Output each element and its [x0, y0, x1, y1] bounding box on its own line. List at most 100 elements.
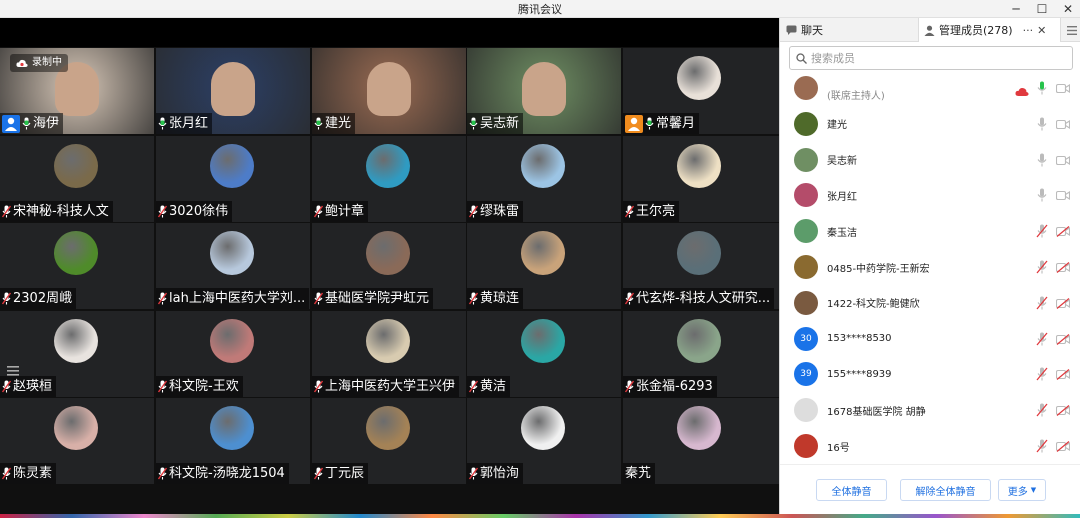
maximize-button[interactable]: ☐: [1030, 0, 1054, 18]
member-row[interactable]: 张月红: [780, 177, 1080, 213]
member-row[interactable]: 建光: [780, 106, 1080, 142]
minimize-button[interactable]: ─: [1004, 0, 1028, 18]
host-badge-icon: [2, 114, 20, 133]
participant-tile[interactable]: 3020徐伟: [156, 136, 310, 222]
participant-avatar: [366, 231, 410, 275]
participant-name: 陈灵素: [13, 466, 53, 481]
people-icon: [924, 25, 935, 36]
participant-tile[interactable]: 建光: [312, 48, 466, 134]
mic-muted-icon: [2, 467, 11, 480]
more-button[interactable]: 更多 ▼: [998, 479, 1046, 501]
participant-name: 鲍计章: [325, 204, 365, 219]
participant-name: 宋神秘-科技人文: [13, 204, 109, 219]
mic-muted-icon[interactable]: [1036, 224, 1048, 238]
participant-tile[interactable]: 鲍计章: [312, 136, 466, 222]
camera-off-icon[interactable]: [1056, 226, 1070, 238]
participant-tile[interactable]: 黄琼连: [467, 223, 621, 309]
mic-icon[interactable]: [1036, 188, 1048, 202]
participant-avatar: [210, 406, 254, 450]
participant-grid: 录制中 海伊 张月红 建光 吴志新 常馨月宋神秘-科技人文 3020徐伟 鲍计章 缪珠雷 王尔亮 2…: [0, 47, 779, 503]
participant-name: 黄洁: [480, 379, 507, 394]
participant-tile[interactable]: 录制中 海伊: [0, 48, 154, 134]
camera-icon[interactable]: [1056, 155, 1070, 166]
participant-tile[interactable]: 科文院-汤晓龙1504: [156, 398, 310, 484]
member-row[interactable]: 吴志新: [780, 142, 1080, 178]
mic-icon[interactable]: [1036, 81, 1048, 95]
participant-tile[interactable]: 基础医学院尹虹元: [312, 223, 466, 309]
participant-avatar: [366, 319, 410, 363]
participant-tile[interactable]: 科文院-王欢: [156, 311, 310, 397]
camera-off-icon[interactable]: [1056, 333, 1070, 345]
unmute-all-button[interactable]: 解除全体静音: [900, 479, 991, 501]
camera-off-icon[interactable]: [1056, 441, 1070, 452]
member-name: 1678基础医学院 胡静: [827, 406, 926, 418]
member-row[interactable]: 1678基础医学院 胡静: [780, 392, 1080, 428]
participant-tile[interactable]: 王尔亮: [623, 136, 779, 222]
participant-tile[interactable]: 陈灵素: [0, 398, 154, 484]
participant-tile[interactable]: 上海中医药大学王兴伊: [312, 311, 466, 397]
participant-name: 代玄烨-科技人文研究...: [636, 291, 771, 306]
recording-indicator: 录制中: [10, 54, 68, 72]
mic-muted-icon[interactable]: [1036, 367, 1048, 381]
camera-off-icon[interactable]: [1056, 262, 1070, 273]
more-dots-icon[interactable]: ···: [1023, 24, 1034, 37]
participant-tile[interactable]: 吴志新: [467, 48, 621, 134]
close-button[interactable]: ✕: [1056, 0, 1080, 18]
participant-tile[interactable]: 张金福-6293: [623, 311, 779, 397]
participant-tile[interactable]: lah上海中医药大学刘...: [156, 223, 310, 309]
mic-icon: [314, 117, 323, 130]
member-row[interactable]: 30 153****8530: [780, 321, 1080, 357]
member-name: 16号: [827, 442, 850, 454]
participant-tile[interactable]: 赵瑛桓: [0, 311, 154, 397]
mic-muted-icon[interactable]: [1036, 296, 1048, 310]
camera-off-icon[interactable]: [1056, 405, 1070, 417]
member-row[interactable]: 1422-科文院-鲍健欣: [780, 285, 1080, 321]
participant-tile[interactable]: 代玄烨-科技人文研究...: [623, 223, 779, 309]
participant-tile[interactable]: 丁元辰: [312, 398, 466, 484]
panel-menu-icon[interactable]: [1063, 18, 1080, 42]
member-row[interactable]: (联席主持人): [780, 74, 1080, 106]
mic-muted-icon[interactable]: [1036, 403, 1048, 417]
window-title: 腾讯会议: [518, 3, 562, 16]
participant-name-bar: 黄琼连: [467, 288, 524, 309]
mic-icon[interactable]: [1036, 153, 1048, 167]
mic-muted-icon[interactable]: [1036, 260, 1048, 274]
member-row[interactable]: 秦玉洁: [780, 213, 1080, 249]
member-row[interactable]: 39 155****8939: [780, 356, 1080, 392]
camera-off-icon[interactable]: [1056, 297, 1070, 309]
mic-muted-icon: [314, 205, 323, 218]
mic-muted-icon[interactable]: [1036, 439, 1048, 453]
participant-avatar: [210, 231, 254, 275]
tab-members[interactable]: 管理成员(278) ··· ✕: [918, 18, 1061, 42]
mute-all-button[interactable]: 全体静音: [816, 479, 887, 501]
participant-name-bar: 宋神秘-科技人文: [0, 201, 113, 222]
camera-off-icon[interactable]: [1056, 369, 1070, 381]
participant-tile[interactable]: 秦艽: [623, 398, 779, 484]
search-input[interactable]: [811, 51, 1061, 65]
camera-icon[interactable]: [1056, 119, 1070, 130]
participant-tile[interactable]: 张月红: [156, 48, 310, 134]
participant-name-bar: lah上海中医药大学刘...: [156, 288, 310, 309]
list-icon[interactable]: [6, 364, 20, 378]
participant-tile[interactable]: 常馨月: [623, 48, 779, 134]
member-row[interactable]: 16号: [780, 428, 1080, 464]
participant-tile[interactable]: 郭怡洵: [467, 398, 621, 484]
mic-icon[interactable]: [1036, 117, 1048, 131]
member-avatar: [794, 290, 818, 315]
camera-icon[interactable]: [1056, 190, 1070, 201]
member-avatar: [794, 111, 818, 136]
participant-name: lah上海中医药大学刘...: [169, 291, 306, 306]
participant-tile[interactable]: 2302周峨: [0, 223, 154, 309]
participant-tile[interactable]: 宋神秘-科技人文: [0, 136, 154, 222]
participant-name-bar: 3020徐伟: [156, 201, 233, 222]
member-row[interactable]: 0485-中药学院-王新宏: [780, 249, 1080, 285]
host-badge-icon: [625, 114, 643, 133]
tab-chat[interactable]: 聊天: [784, 18, 916, 42]
camera-icon[interactable]: [1056, 83, 1070, 94]
participant-name: 建光: [325, 116, 352, 131]
mic-muted-icon[interactable]: [1036, 332, 1048, 346]
cloud-record-icon: [1015, 82, 1029, 101]
close-tab-icon[interactable]: ✕: [1037, 24, 1046, 37]
participant-tile[interactable]: 缪珠雷: [467, 136, 621, 222]
participant-tile[interactable]: 黄洁: [467, 311, 621, 397]
